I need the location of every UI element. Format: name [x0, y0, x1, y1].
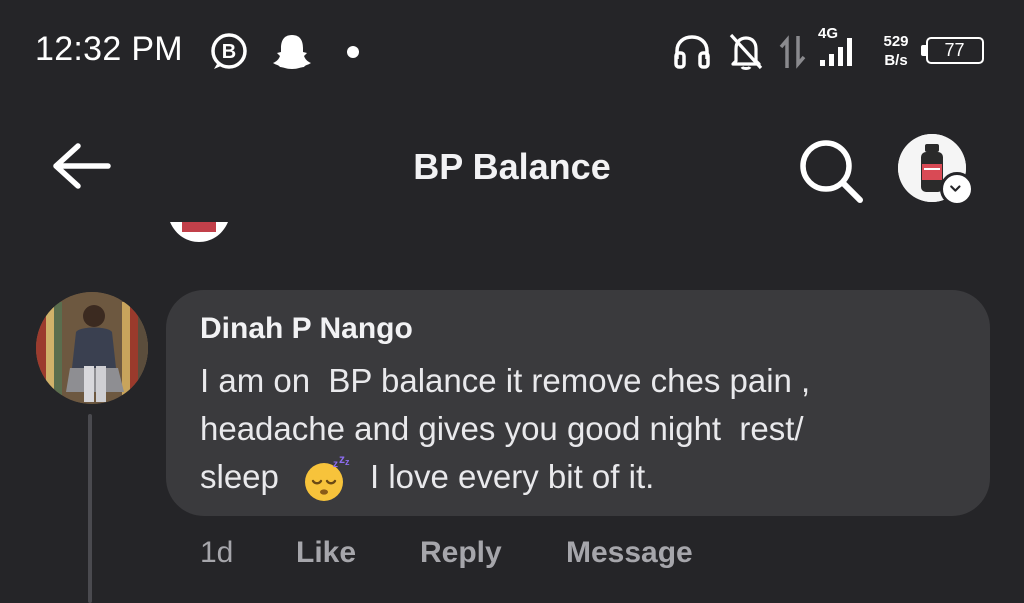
comment-timestamp[interactable]: 1d	[200, 536, 233, 570]
comment-text-line-3-tail: I love every bit of it.	[370, 458, 655, 495]
speed-unit: B/s	[884, 52, 908, 69]
b-notification-icon: B	[211, 33, 247, 69]
battery-icon: 77	[926, 37, 984, 64]
message-button[interactable]: Message	[566, 536, 693, 570]
signal-strength-icon	[820, 38, 852, 66]
network-speed: 529 B/s	[878, 32, 914, 70]
comment-author[interactable]: Dinah P Nango	[200, 312, 413, 346]
status-time: 12:32 PM	[35, 30, 183, 68]
sleepy-face-emoji: z z z	[305, 455, 350, 501]
comment-text-line-3: sleep	[200, 458, 279, 495]
speed-value: 529	[883, 33, 909, 50]
data-transfer-icon	[779, 35, 806, 69]
headphones-icon	[674, 35, 710, 69]
thread-line	[88, 414, 92, 603]
search-icon[interactable]	[796, 136, 866, 206]
page-header: BP Balance	[0, 110, 1024, 220]
reply-button[interactable]: Reply	[420, 536, 502, 570]
previous-image-fragment	[170, 222, 228, 242]
screen: 12:32 PM B 4G 529 B/s 77 BP Balance Dina…	[0, 0, 1024, 603]
snapchat-ghost-icon	[273, 35, 311, 69]
battery-level: 77	[944, 40, 965, 60]
commenter-avatar[interactable]	[36, 292, 148, 404]
comment-text-line-1: I am on BP balance it remove ches pain ,	[200, 362, 811, 399]
dot-indicator-icon	[347, 46, 359, 58]
chevron-down-icon[interactable]	[940, 172, 974, 206]
bell-off-icon	[729, 33, 763, 70]
svg-text:z: z	[333, 459, 338, 470]
svg-text:B: B	[222, 41, 236, 63]
svg-text:z: z	[345, 457, 350, 467]
like-button[interactable]: Like	[296, 536, 356, 570]
comment-text-line-2: headache and gives you good night rest/	[200, 410, 804, 447]
page-title: BP Balance	[413, 146, 611, 187]
status-bar: 12:32 PM B 4G 529 B/s 77	[0, 0, 1024, 104]
profile-photo	[36, 292, 148, 404]
